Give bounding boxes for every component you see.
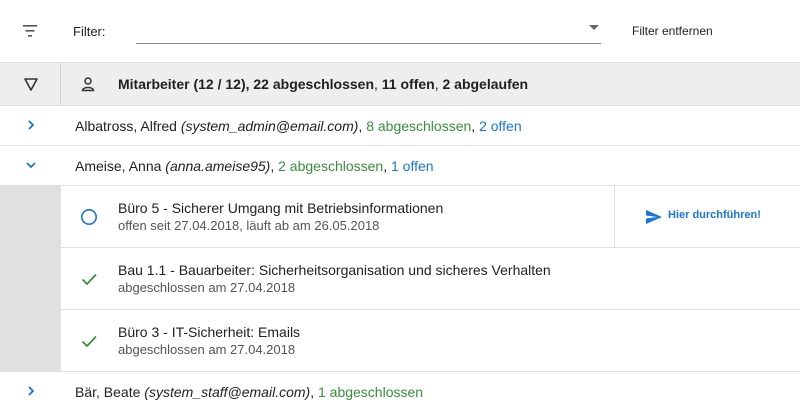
employees-expired: 2 abgelaufen: [442, 76, 529, 92]
user-completed: 1 abgeschlossen: [317, 384, 424, 400]
user-completed: 8 abgeschlossen: [366, 118, 472, 134]
employees-header: Mitarbeiter (12 / 12), 22 abgeschlossen,…: [0, 62, 800, 106]
header-filter-cell[interactable]: [0, 63, 61, 105]
user-row: Albatross, Alfred (system_admin@email.co…: [0, 106, 800, 146]
user-name: Bär, Beate: [75, 384, 145, 400]
user-open: 1 offen: [390, 158, 434, 174]
filter-input[interactable]: [136, 14, 576, 42]
chevron-right-icon[interactable]: [25, 385, 37, 397]
run-course-button[interactable]: Hier durchführen!: [614, 186, 800, 247]
expand-toggle[interactable]: [0, 372, 61, 400]
course-status-text: abgeschlossen am 27.04.2018: [118, 280, 296, 295]
employees-count: Mitarbeiter (12 / 12),: [118, 76, 254, 92]
employees-completed: 22 abgeschlossen: [253, 76, 375, 92]
filter-select[interactable]: [136, 14, 601, 44]
separator: ,: [374, 76, 382, 92]
user-account: (system_admin@email.com): [180, 118, 359, 134]
separator: ,: [270, 158, 279, 174]
course-row: Bau 1.1 - Bauarbeiter: Sicherheitsorgani…: [61, 248, 800, 310]
filter-bar: Filter: Filter entfernen: [0, 0, 800, 62]
user-row: Bär, Beate (system_staff@email.com), 1 a…: [0, 372, 800, 400]
run-course-label[interactable]: Hier durchführen!: [668, 209, 761, 221]
dropdown-arrow-icon[interactable]: [589, 25, 599, 30]
course-row: Büro 5 - Sicherer Umgang mit Betriebsinf…: [61, 186, 800, 248]
check-icon: [81, 335, 97, 348]
check-icon: [81, 273, 97, 286]
course-status-text: abgeschlossen am 27.04.2018: [118, 342, 296, 357]
filter-label: Filter:: [73, 24, 106, 39]
user-account: (anna.ameise95): [165, 158, 271, 174]
user-name: Albatross, Alfred: [75, 118, 181, 134]
separator: ,: [471, 118, 480, 134]
employees-summary: Mitarbeiter (12 / 12), 22 abgeschlossen,…: [118, 76, 528, 92]
course-title: Büro 3 - IT-Sicherheit: Emails: [118, 324, 301, 340]
user-account: (system_staff@email.com): [144, 384, 311, 400]
user-open: 2 offen: [479, 118, 522, 134]
user-summary: Ameise, Anna (anna.ameise95), 2 abgeschl…: [75, 158, 434, 174]
user-name: Ameise, Anna: [75, 158, 166, 174]
remove-filter-button[interactable]: Filter entfernen: [632, 24, 713, 38]
collapse-toggle[interactable]: [0, 146, 61, 185]
separator: ,: [383, 158, 391, 174]
employees-open: 11 offen: [381, 76, 435, 92]
course-title: Büro 5 - Sicherer Umgang mit Betriebsinf…: [118, 200, 444, 216]
expand-toggle[interactable]: [0, 106, 61, 145]
user-completed: 2 abgeschlossen: [278, 158, 384, 174]
course-row: Büro 3 - IT-Sicherheit: Emails abgeschlo…: [61, 310, 800, 372]
course-status-text: offen seit 27.04.2018, läuft ab am 26.05…: [118, 218, 380, 233]
chevron-down-icon[interactable]: [25, 159, 37, 171]
send-icon[interactable]: [645, 209, 663, 225]
chevron-right-icon[interactable]: [25, 119, 37, 131]
person-icon: [81, 77, 95, 92]
funnel-icon[interactable]: [23, 77, 39, 93]
user-row: Ameise, Anna (anna.ameise95), 2 abgeschl…: [0, 146, 800, 186]
open-circle-icon: [81, 209, 97, 225]
course-title: Bau 1.1 - Bauarbeiter: Sicherheitsorgani…: [118, 262, 551, 278]
user-summary: Bär, Beate (system_staff@email.com), 1 a…: [75, 384, 423, 400]
filter-list-icon[interactable]: [22, 24, 38, 38]
separator: ,: [310, 384, 318, 400]
user-summary: Albatross, Alfred (system_admin@email.co…: [75, 118, 522, 134]
expanded-gutter: [0, 186, 61, 372]
